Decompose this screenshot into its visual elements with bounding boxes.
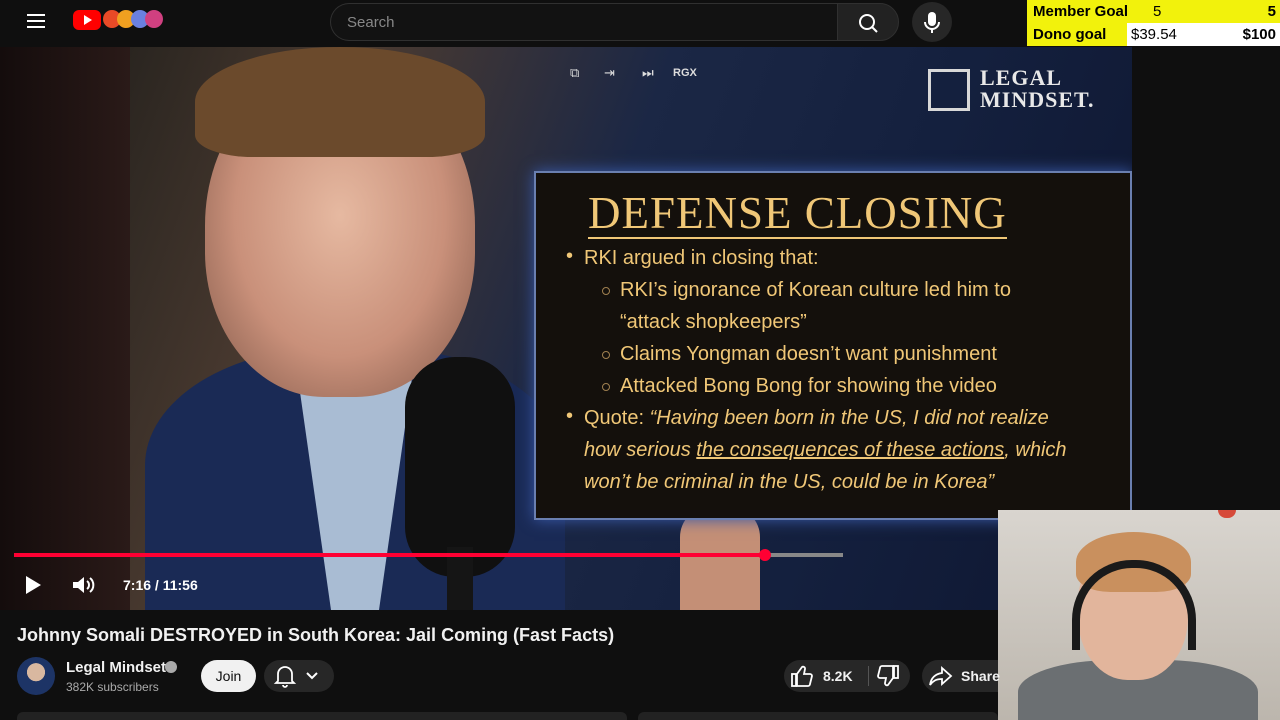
progress-scrubber[interactable]: [759, 549, 771, 561]
legal-mindset-logo-icon: [928, 69, 970, 111]
slide-quote-line1: Quote: “Having been born in the US, I di…: [584, 405, 1049, 431]
progress-played[interactable]: [14, 553, 765, 557]
slide-quote-line2: how serious the consequences of these ac…: [584, 437, 1067, 463]
extension-icon-4[interactable]: [145, 10, 163, 28]
popout-icon[interactable]: ⧉: [570, 65, 579, 81]
quote-text-2c: , which: [1004, 439, 1067, 461]
video-player[interactable]: ⧉ ⇥ ⏭ RGX LEGAL MINDSET. DEFENSE CLOSING…: [0, 47, 1132, 610]
channel-name[interactable]: Legal Mindset: [66, 659, 166, 676]
like-count: 8.2K: [823, 668, 853, 684]
time-display: 7:16 / 11:56: [123, 577, 198, 593]
sub-bullet-dot: [602, 351, 610, 359]
comments-box-edge: [638, 712, 998, 720]
voice-search-button[interactable]: [912, 2, 952, 42]
description-box-edge: [17, 712, 627, 720]
verified-icon: [165, 661, 177, 673]
play-button[interactable]: [24, 575, 44, 595]
rgx-label[interactable]: RGX: [673, 67, 697, 79]
member-goal-row: Member Goal 5 5: [1027, 0, 1280, 23]
dono-goal-target: $100: [1242, 26, 1276, 43]
webcam-accent: [1218, 510, 1236, 518]
streamer-webcam: [998, 510, 1280, 720]
volume-button[interactable]: [70, 574, 96, 596]
thumbs-down-icon: [877, 665, 899, 687]
studio-microphone: [405, 357, 515, 577]
presenter-figure: [145, 47, 565, 610]
skip-icon[interactable]: ⏭: [642, 65, 654, 81]
subscriber-count: 382K subscribers: [66, 680, 159, 694]
slide-panel: DEFENSE CLOSING • RKI argued in closing …: [534, 171, 1132, 520]
member-goal-label: Member Goal: [1033, 3, 1129, 20]
like-dislike-group: 8.2K: [784, 660, 910, 692]
watermark-text: LEGAL MINDSET.: [980, 67, 1095, 111]
bullet-dot: •: [566, 405, 574, 427]
join-button[interactable]: Join: [201, 660, 256, 692]
member-goal-target: 5: [1267, 3, 1276, 20]
slide-quote-line3: won’t be criminal in the US, could be in…: [584, 471, 995, 493]
dono-goal-label: Dono goal: [1033, 26, 1107, 43]
quote-text-2a: how serious: [584, 439, 697, 461]
mic-icon: [924, 12, 940, 33]
search-button[interactable]: [837, 3, 899, 41]
search-input[interactable]: [331, 4, 838, 40]
like-button[interactable]: 8.2K: [784, 660, 866, 692]
slide-sub-1b: “attack shopkeepers”: [620, 311, 807, 333]
channel-avatar[interactable]: [17, 657, 55, 695]
stream-goal-overlay: Member Goal 5 5 Dono goal $39.54 $100: [1027, 0, 1280, 46]
bullet-dot: •: [566, 245, 574, 267]
quote-text-1: “Having been born in the US, I did not r…: [649, 407, 1049, 429]
extension-icons[interactable]: [103, 8, 167, 34]
slide-title: DEFENSE CLOSING: [588, 188, 1007, 239]
notifications-button[interactable]: [264, 660, 334, 692]
volume-icon: [73, 577, 95, 593]
video-letterbox: [0, 47, 130, 610]
search-icon: [859, 14, 878, 33]
presenter-hand: [680, 507, 760, 610]
watermark-line2: MINDSET.: [980, 87, 1095, 112]
enter-icon[interactable]: ⇥: [604, 65, 615, 81]
bell-icon: [273, 666, 318, 688]
dono-goal-current: $39.54: [1131, 26, 1177, 43]
share-button[interactable]: Share: [922, 660, 1000, 692]
search-box: [330, 3, 838, 41]
share-icon: [929, 665, 953, 687]
watermark-line1: LEGAL: [980, 65, 1063, 90]
share-label: Share: [961, 668, 1000, 684]
sub-bullet-dot: [602, 287, 610, 295]
sub-bullet-dot: [602, 383, 610, 391]
slide-bullet-1: RKI argued in closing that:: [584, 247, 819, 269]
youtube-watch-page: Member Goal 5 5 Dono goal $39.54 $100 ⧉ …: [0, 0, 1280, 720]
presenter-hair: [195, 47, 485, 157]
thumbs-up-icon: [791, 665, 813, 687]
youtube-logo-icon[interactable]: [73, 10, 101, 30]
slide-sub-1a: RKI’s ignorance of Korean culture led hi…: [620, 279, 1011, 301]
slide-sub-3: Attacked Bong Bong for showing the video: [620, 375, 997, 397]
dono-goal-row: Dono goal $39.54 $100: [1027, 23, 1280, 46]
slide-sub-2: Claims Yongman doesn’t want punishment: [620, 343, 997, 365]
legal-mindset-watermark: LEGAL MINDSET.: [928, 67, 1118, 117]
video-overlay-controls: ⧉ ⇥ ⏭ RGX: [566, 65, 706, 87]
menu-icon[interactable]: [22, 10, 50, 34]
video-title: Johnny Somali DESTROYED in South Korea: …: [17, 625, 615, 645]
quote-text-2b: the consequences of these actions: [696, 439, 1005, 461]
dislike-button[interactable]: [872, 660, 908, 692]
like-divider: [868, 666, 869, 686]
quote-prefix: Quote:: [584, 407, 650, 429]
member-goal-current: 5: [1153, 3, 1162, 20]
